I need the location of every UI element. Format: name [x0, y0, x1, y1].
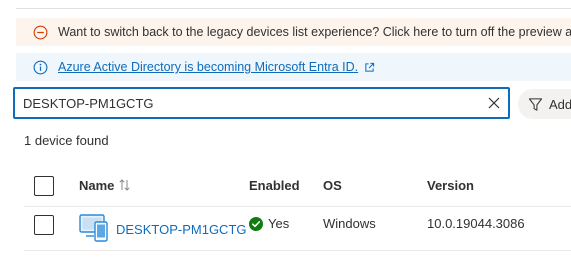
device-icon	[78, 213, 110, 243]
row-divider	[24, 250, 571, 251]
close-icon[interactable]	[488, 97, 500, 109]
os-value: Windows	[323, 216, 376, 231]
add-filter-label: Add	[549, 96, 571, 112]
info-circle-icon	[33, 60, 48, 75]
row-select-checkbox[interactable]	[34, 215, 54, 235]
column-header-os[interactable]: OS	[323, 178, 342, 193]
entra-rename-link[interactable]: Azure Active Directory is becoming Micro…	[58, 60, 358, 74]
version-value: 10.0.19044.3086	[427, 216, 525, 231]
device-search-input[interactable]	[15, 89, 485, 117]
warning-circle-icon	[33, 25, 48, 40]
result-count: 1 device found	[24, 133, 109, 148]
header-divider	[24, 206, 571, 207]
device-name-link[interactable]: DESKTOP-PM1GCTG	[116, 222, 247, 237]
external-link-icon[interactable]	[364, 62, 375, 73]
legacy-experience-banner[interactable]: Want to switch back to the legacy device…	[16, 18, 571, 46]
top-divider	[16, 0, 571, 9]
sort-icon[interactable]	[119, 179, 130, 191]
select-all-checkbox[interactable]	[34, 176, 54, 196]
legacy-banner-text[interactable]: Want to switch back to the legacy device…	[58, 25, 571, 39]
column-header-name[interactable]: Name	[79, 178, 130, 193]
filter-icon	[528, 97, 543, 112]
device-search-box[interactable]	[13, 87, 510, 119]
add-filter-button[interactable]: Add	[518, 89, 571, 119]
entra-info-banner: Azure Active Directory is becoming Micro…	[16, 53, 571, 81]
column-header-name-label: Name	[79, 178, 115, 193]
column-header-version[interactable]: Version	[427, 178, 474, 193]
enabled-value: Yes	[268, 216, 290, 231]
column-header-enabled[interactable]: Enabled	[249, 178, 300, 193]
check-circle-icon	[249, 217, 263, 231]
